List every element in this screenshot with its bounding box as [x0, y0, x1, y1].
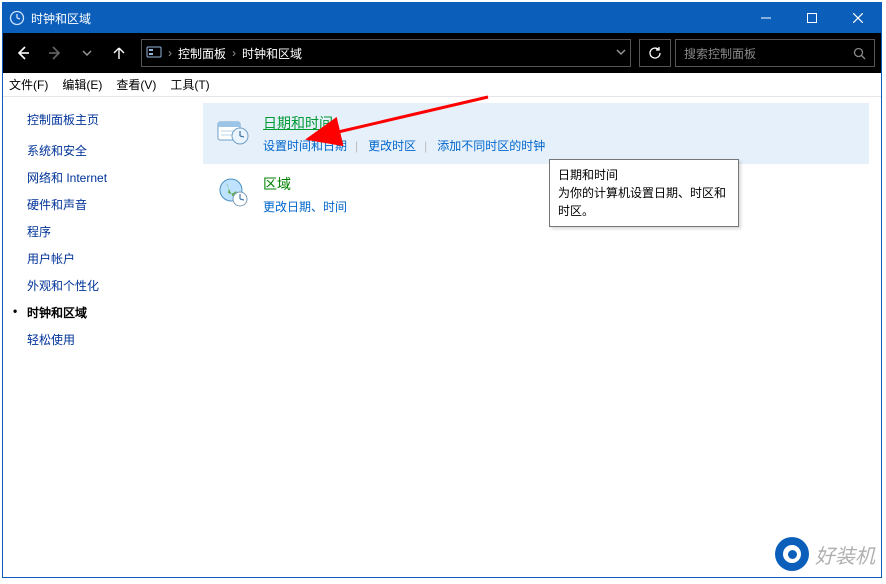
maximize-button[interactable]: [789, 3, 835, 33]
search-input[interactable]: 搜索控制面板: [675, 39, 875, 67]
datetime-icon: [215, 113, 251, 149]
forward-button[interactable]: [41, 39, 69, 67]
recent-dropdown[interactable]: [73, 39, 101, 67]
breadcrumb-root[interactable]: 控制面板: [178, 45, 226, 62]
tooltip-desc: 为你的计算机设置日期、时区和时区。: [558, 184, 730, 220]
search-placeholder: 搜索控制面板: [684, 45, 756, 62]
control-panel-icon: [146, 44, 162, 63]
body: 控制面板主页 系统和安全 网络和 Internet 硬件和声音 程序 用户帐户 …: [3, 97, 881, 577]
sidebar-item-accounts[interactable]: 用户帐户: [27, 250, 199, 267]
watermark: 好装机: [775, 537, 875, 571]
sublink-add-clocks[interactable]: 添加不同时区的时钟: [424, 139, 545, 153]
minimize-button[interactable]: [743, 3, 789, 33]
back-button[interactable]: [9, 39, 37, 67]
arrow-right-icon: [47, 45, 63, 61]
chevron-down-icon: [82, 48, 92, 58]
sidebar-item-ease[interactable]: 轻松使用: [27, 331, 199, 348]
sidebar: 控制面板主页 系统和安全 网络和 Internet 硬件和声音 程序 用户帐户 …: [3, 97, 203, 577]
tooltip-title: 日期和时间: [558, 166, 730, 184]
chevron-right-icon: ›: [232, 46, 236, 60]
search-icon: [853, 47, 866, 60]
close-button[interactable]: [835, 3, 881, 33]
sublink-set-datetime[interactable]: 设置时间和日期: [263, 139, 347, 153]
window-title: 时钟和区域: [31, 10, 743, 27]
category-body: 日期和时间 设置时间和日期更改时区添加不同时区的时钟: [263, 113, 857, 154]
menubar: 文件(F) 编辑(E) 查看(V) 工具(T): [3, 73, 881, 97]
window: 时钟和区域 ›: [2, 2, 882, 578]
sidebar-title[interactable]: 控制面板主页: [27, 111, 199, 128]
up-button[interactable]: [105, 39, 133, 67]
region-icon: [215, 174, 251, 210]
sublinks: 设置时间和日期更改时区添加不同时区的时钟: [263, 137, 857, 154]
sidebar-item-appearance[interactable]: 外观和个性化: [27, 277, 199, 294]
sidebar-item-programs[interactable]: 程序: [27, 223, 199, 240]
category-region[interactable]: 区域 更改日期、时间: [203, 164, 869, 225]
category-title-region[interactable]: 区域: [263, 176, 291, 192]
sidebar-item-clock[interactable]: 时钟和区域: [27, 304, 199, 321]
watermark-logo: [775, 537, 809, 571]
menu-file[interactable]: 文件(F): [9, 76, 48, 93]
address-dropdown[interactable]: [616, 46, 626, 60]
app-icon: [3, 10, 31, 26]
window-controls: [743, 3, 881, 33]
sublink-region-truncated[interactable]: 更改日期、时间: [263, 200, 347, 214]
sidebar-item-network[interactable]: 网络和 Internet: [27, 169, 199, 186]
tooltip: 日期和时间 为你的计算机设置日期、时区和时区。: [549, 159, 739, 227]
chevron-right-icon: ›: [168, 46, 172, 60]
sublink-change-timezone[interactable]: 更改时区: [355, 139, 416, 153]
titlebar: 时钟和区域: [3, 3, 881, 33]
arrow-up-icon: [111, 45, 127, 61]
address-bar[interactable]: › 控制面板 › 时钟和区域: [141, 39, 631, 67]
sidebar-item-system[interactable]: 系统和安全: [27, 142, 199, 159]
sidebar-item-hardware[interactable]: 硬件和声音: [27, 196, 199, 213]
category-title-datetime[interactable]: 日期和时间: [263, 115, 333, 131]
menu-tools[interactable]: 工具(T): [170, 76, 209, 93]
arrow-left-icon: [15, 45, 31, 61]
breadcrumb-current[interactable]: 时钟和区域: [242, 45, 302, 62]
watermark-text: 好装机: [815, 540, 875, 569]
content-area: 日期和时间 设置时间和日期更改时区添加不同时区的时钟: [203, 97, 881, 577]
navbar: › 控制面板 › 时钟和区域 搜索控制面板: [3, 33, 881, 73]
menu-edit[interactable]: 编辑(E): [62, 76, 102, 93]
refresh-icon: [648, 46, 662, 60]
chevron-down-icon: [616, 47, 626, 57]
category-datetime[interactable]: 日期和时间 设置时间和日期更改时区添加不同时区的时钟: [203, 103, 869, 164]
refresh-button[interactable]: [639, 39, 671, 67]
menu-view[interactable]: 查看(V): [116, 76, 156, 93]
